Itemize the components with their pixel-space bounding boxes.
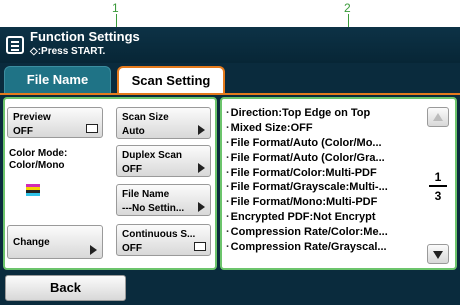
preview-button[interactable]: Preview OFF [7, 107, 103, 138]
page-title: Function Settings [30, 29, 140, 44]
list-item: ·File Format/Auto (Color/Gra... [226, 151, 385, 164]
continuous-scan-button[interactable]: Continuous S... OFF [116, 224, 211, 256]
tab-file-name[interactable]: File Name [4, 66, 111, 94]
function-menu-icon [6, 36, 24, 54]
list-item: ·File Format/Color:Multi-PDF [226, 166, 377, 179]
duplex-scan-value: OFF [122, 164, 142, 175]
duplex-scan-button[interactable]: Duplex Scan OFF [116, 145, 211, 177]
scan-size-button[interactable]: Scan Size Auto [116, 107, 211, 139]
color-mono-icon [26, 184, 40, 198]
file-name-button[interactable]: File Name ---No Settin... [116, 184, 211, 216]
list-item: ·Encrypted PDF:Not Encrypt [226, 211, 376, 224]
duplex-scan-label: Duplex Scan [122, 150, 183, 161]
change-button[interactable]: Change [7, 225, 103, 259]
tab-underline [0, 93, 460, 95]
start-hint: ◇:Press START. [30, 46, 106, 57]
color-mode-value: Color/Mono [9, 160, 65, 171]
preview-window-icon [86, 124, 98, 133]
arrow-down-icon [433, 251, 443, 259]
list-item: ·File Format/Mono:Multi-PDF [226, 196, 378, 209]
chevron-right-icon [198, 163, 205, 173]
list-item: ·File Format/Grayscale:Multi-... [226, 181, 388, 194]
scan-size-value: Auto [122, 126, 145, 137]
chevron-right-icon [198, 202, 205, 212]
color-mode-label: Color Mode: [9, 148, 68, 159]
list-item: ·File Format/Auto (Color/Mo... [226, 136, 382, 149]
list-item: ·Direction:Top Edge on Top [226, 107, 371, 119]
change-label: Change [13, 237, 50, 248]
arrow-up-icon [433, 113, 443, 121]
chevron-right-icon [90, 245, 97, 255]
scroll-down-button[interactable] [427, 244, 449, 264]
back-button[interactable]: Back [5, 275, 126, 301]
file-name-label: File Name [122, 189, 170, 200]
callout-1: 1 [112, 1, 119, 15]
continuous-scan-label: Continuous S... [122, 229, 196, 240]
total-pages: 3 [434, 189, 442, 203]
current-page: 1 [434, 170, 442, 184]
preview-label: Preview [13, 112, 51, 123]
page-divider [429, 185, 447, 187]
scan-size-label: Scan Size [122, 112, 169, 123]
file-name-value: ---No Settin... [122, 203, 185, 214]
scroll-up-button[interactable] [427, 107, 449, 127]
tab-scan-setting[interactable]: Scan Setting [117, 66, 225, 96]
continuous-scan-value: OFF [122, 243, 142, 254]
chevron-right-icon [198, 125, 205, 135]
list-item: ·Compression Rate/Grayscal... [226, 241, 387, 254]
list-item: ·Mixed Size:OFF [226, 121, 313, 134]
callout-2: 2 [344, 1, 351, 15]
settings-list: ·Direction:Top Edge on Top ·Mixed Size:O… [226, 106, 416, 255]
continuous-window-icon [194, 242, 206, 251]
preview-value: OFF [13, 126, 33, 137]
list-item: ·Compression Rate/Color:Me... [226, 226, 388, 239]
